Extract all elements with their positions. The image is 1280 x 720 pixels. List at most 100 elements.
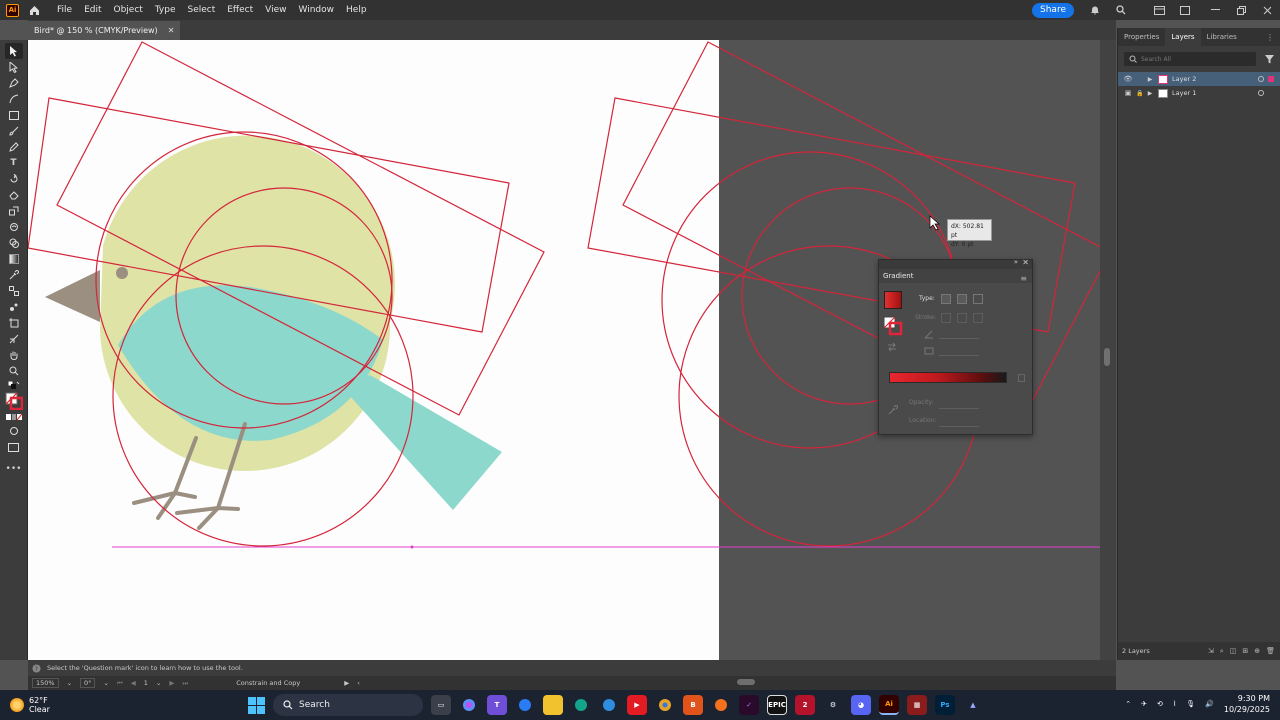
show-hidden-icons-icon[interactable]: ⌃ [1125,700,1131,708]
document-tab[interactable]: Bird* @ 150 % (CMYK/Preview) ✕ [28,21,181,40]
delete-stop-icon[interactable] [1018,374,1025,382]
gradient-tool-icon[interactable] [5,251,23,267]
type-tool-icon[interactable]: T [5,155,23,171]
task-view-icon[interactable]: ▭ [431,695,451,715]
warp-tool-icon[interactable] [5,219,23,235]
visibility-eye-icon[interactable]: 👁 [1122,75,1134,83]
direct-selection-tool-icon[interactable] [5,59,23,75]
stroke-along-button[interactable] [957,313,967,323]
panel-menu-icon[interactable]: ≡ [1020,274,1027,283]
tray-sync-icon[interactable]: ⟲ [1157,700,1163,708]
network-icon[interactable]: ⌇ [1173,700,1176,708]
weather-widget[interactable]: 62°F Clear [10,696,50,714]
horizontal-scroll-thumb[interactable] [737,679,755,685]
gradient-slider[interactable] [889,372,1007,383]
gradient-swatch[interactable] [884,291,902,309]
taskbar-search[interactable]: Search [273,694,423,716]
layers-search-input[interactable]: Search All [1124,52,1256,66]
export-icon[interactable]: ⇲ [1208,647,1214,656]
edge-dev-icon[interactable] [599,695,619,715]
menu-object[interactable]: Object [108,0,149,20]
gradient-panel-titlebar[interactable]: » ✕ [879,258,1032,269]
new-layer-icon[interactable]: ⊕ [1254,647,1260,656]
curvature-tool-icon[interactable] [5,91,23,107]
tab-layers[interactable]: Layers [1165,28,1201,46]
layer-row-layer-2[interactable]: 👁 ▶ Layer 2 [1118,72,1280,86]
pencil-tool-icon[interactable] [5,139,23,155]
epic-games-icon[interactable]: EPIC [767,695,787,715]
edge-browser-icon[interactable] [571,695,591,715]
restore-icon[interactable] [1234,3,1248,17]
more-tools-icon[interactable]: ••• [5,461,23,477]
last-artboard-icon[interactable]: ⏭ [182,679,188,688]
menu-help[interactable]: Help [340,0,373,20]
youtube-icon[interactable]: ▶ [627,695,647,715]
first-artboard-icon[interactable]: ⏮ [117,679,123,688]
system-clock[interactable]: 9:30 PM 10/29/2025 [1224,693,1270,715]
tab-properties[interactable]: Properties [1118,28,1165,46]
firefox-icon[interactable] [711,695,731,715]
bird-eye[interactable] [116,267,128,279]
status-menu-arrow-icon[interactable]: ▶ [344,679,349,687]
gradient-panel[interactable]: » ✕ Gradient ≡ Type: Stroke: Opacity: Lo… [878,258,1033,435]
location-field[interactable] [939,418,979,427]
microphone-icon[interactable]: 🎙 [1186,700,1195,708]
stroke-across-button[interactable] [973,313,983,323]
zoom-level-select[interactable]: 150% [32,678,59,688]
volume-icon[interactable]: 🔊 [1205,700,1214,708]
draw-mode-icon[interactable] [5,423,23,439]
clipping-mask-icon[interactable]: ◫ [1230,647,1237,656]
layer-name[interactable]: Layer 2 [1172,75,1196,83]
share-button[interactable]: Share [1032,2,1074,18]
stroke-within-button[interactable] [941,313,951,323]
home-icon[interactable] [27,3,41,17]
expand-arrow-icon[interactable]: ▶ [1146,90,1154,97]
menu-type[interactable]: Type [149,0,182,20]
blend-tool-icon[interactable] [5,283,23,299]
tab-libraries[interactable]: Libraries [1201,28,1243,46]
fill-stroke-swatch-icon[interactable] [5,391,23,411]
menu-select[interactable]: Select [181,0,221,20]
rotation-select[interactable]: 0° [80,678,96,688]
shape-builder-tool-icon[interactable] [5,235,23,251]
brave-icon[interactable]: B [683,695,703,715]
illustrator-taskbar-icon[interactable]: Ai [879,695,899,715]
windows-start-icon[interactable] [248,696,265,714]
scale-tool-icon[interactable] [5,203,23,219]
color-mode-icon[interactable] [5,411,23,423]
aspect-ratio-field[interactable] [939,347,979,356]
search-icon[interactable] [1114,3,1128,17]
lock-icon[interactable]: 🔒 [1134,90,1146,97]
prev-artboard-icon[interactable]: ◀ [131,679,136,687]
eraser-tool-icon[interactable] [5,187,23,203]
teams-icon[interactable]: T [487,695,507,715]
minimize-icon[interactable] [1208,3,1222,17]
reverse-gradient-icon[interactable] [887,342,897,352]
screen-mode-icon[interactable] [5,439,23,455]
notification-bell-icon[interactable] [1088,3,1102,17]
close-panel-icon[interactable]: ✕ [1022,258,1029,267]
layer-name[interactable]: Layer 1 [1172,89,1196,97]
menu-view[interactable]: View [259,0,292,20]
question-mark-icon[interactable]: ? [32,664,41,673]
arrange-documents-icon[interactable] [1178,3,1192,17]
app-triangle-icon[interactable]: ▲ [963,695,983,715]
eyedropper-tool-icon[interactable] [5,267,23,283]
delete-layer-icon[interactable]: 🗑 [1266,647,1275,656]
collapse-panel-icon[interactable]: » [1014,258,1018,266]
new-sublayer-icon[interactable]: ⊞ [1242,647,1248,656]
radial-gradient-button[interactable] [957,294,967,304]
hand-tool-icon[interactable] [5,347,23,363]
visibility-eye-icon[interactable]: ▣ [1122,89,1134,97]
selection-tool-icon[interactable] [4,43,23,59]
messenger-icon[interactable] [515,695,535,715]
panel-more-icon[interactable]: ⋮ [1266,33,1274,42]
rectangle-tool-icon[interactable] [5,107,23,123]
rotate-tool-icon[interactable] [5,171,23,187]
menu-file[interactable]: File [51,0,78,20]
menu-effect[interactable]: Effect [221,0,259,20]
menu-window[interactable]: Window [293,0,341,20]
opacity-field[interactable] [939,400,979,409]
selection-indicator[interactable] [1268,76,1274,82]
artboard-number[interactable]: 1 [144,679,148,687]
